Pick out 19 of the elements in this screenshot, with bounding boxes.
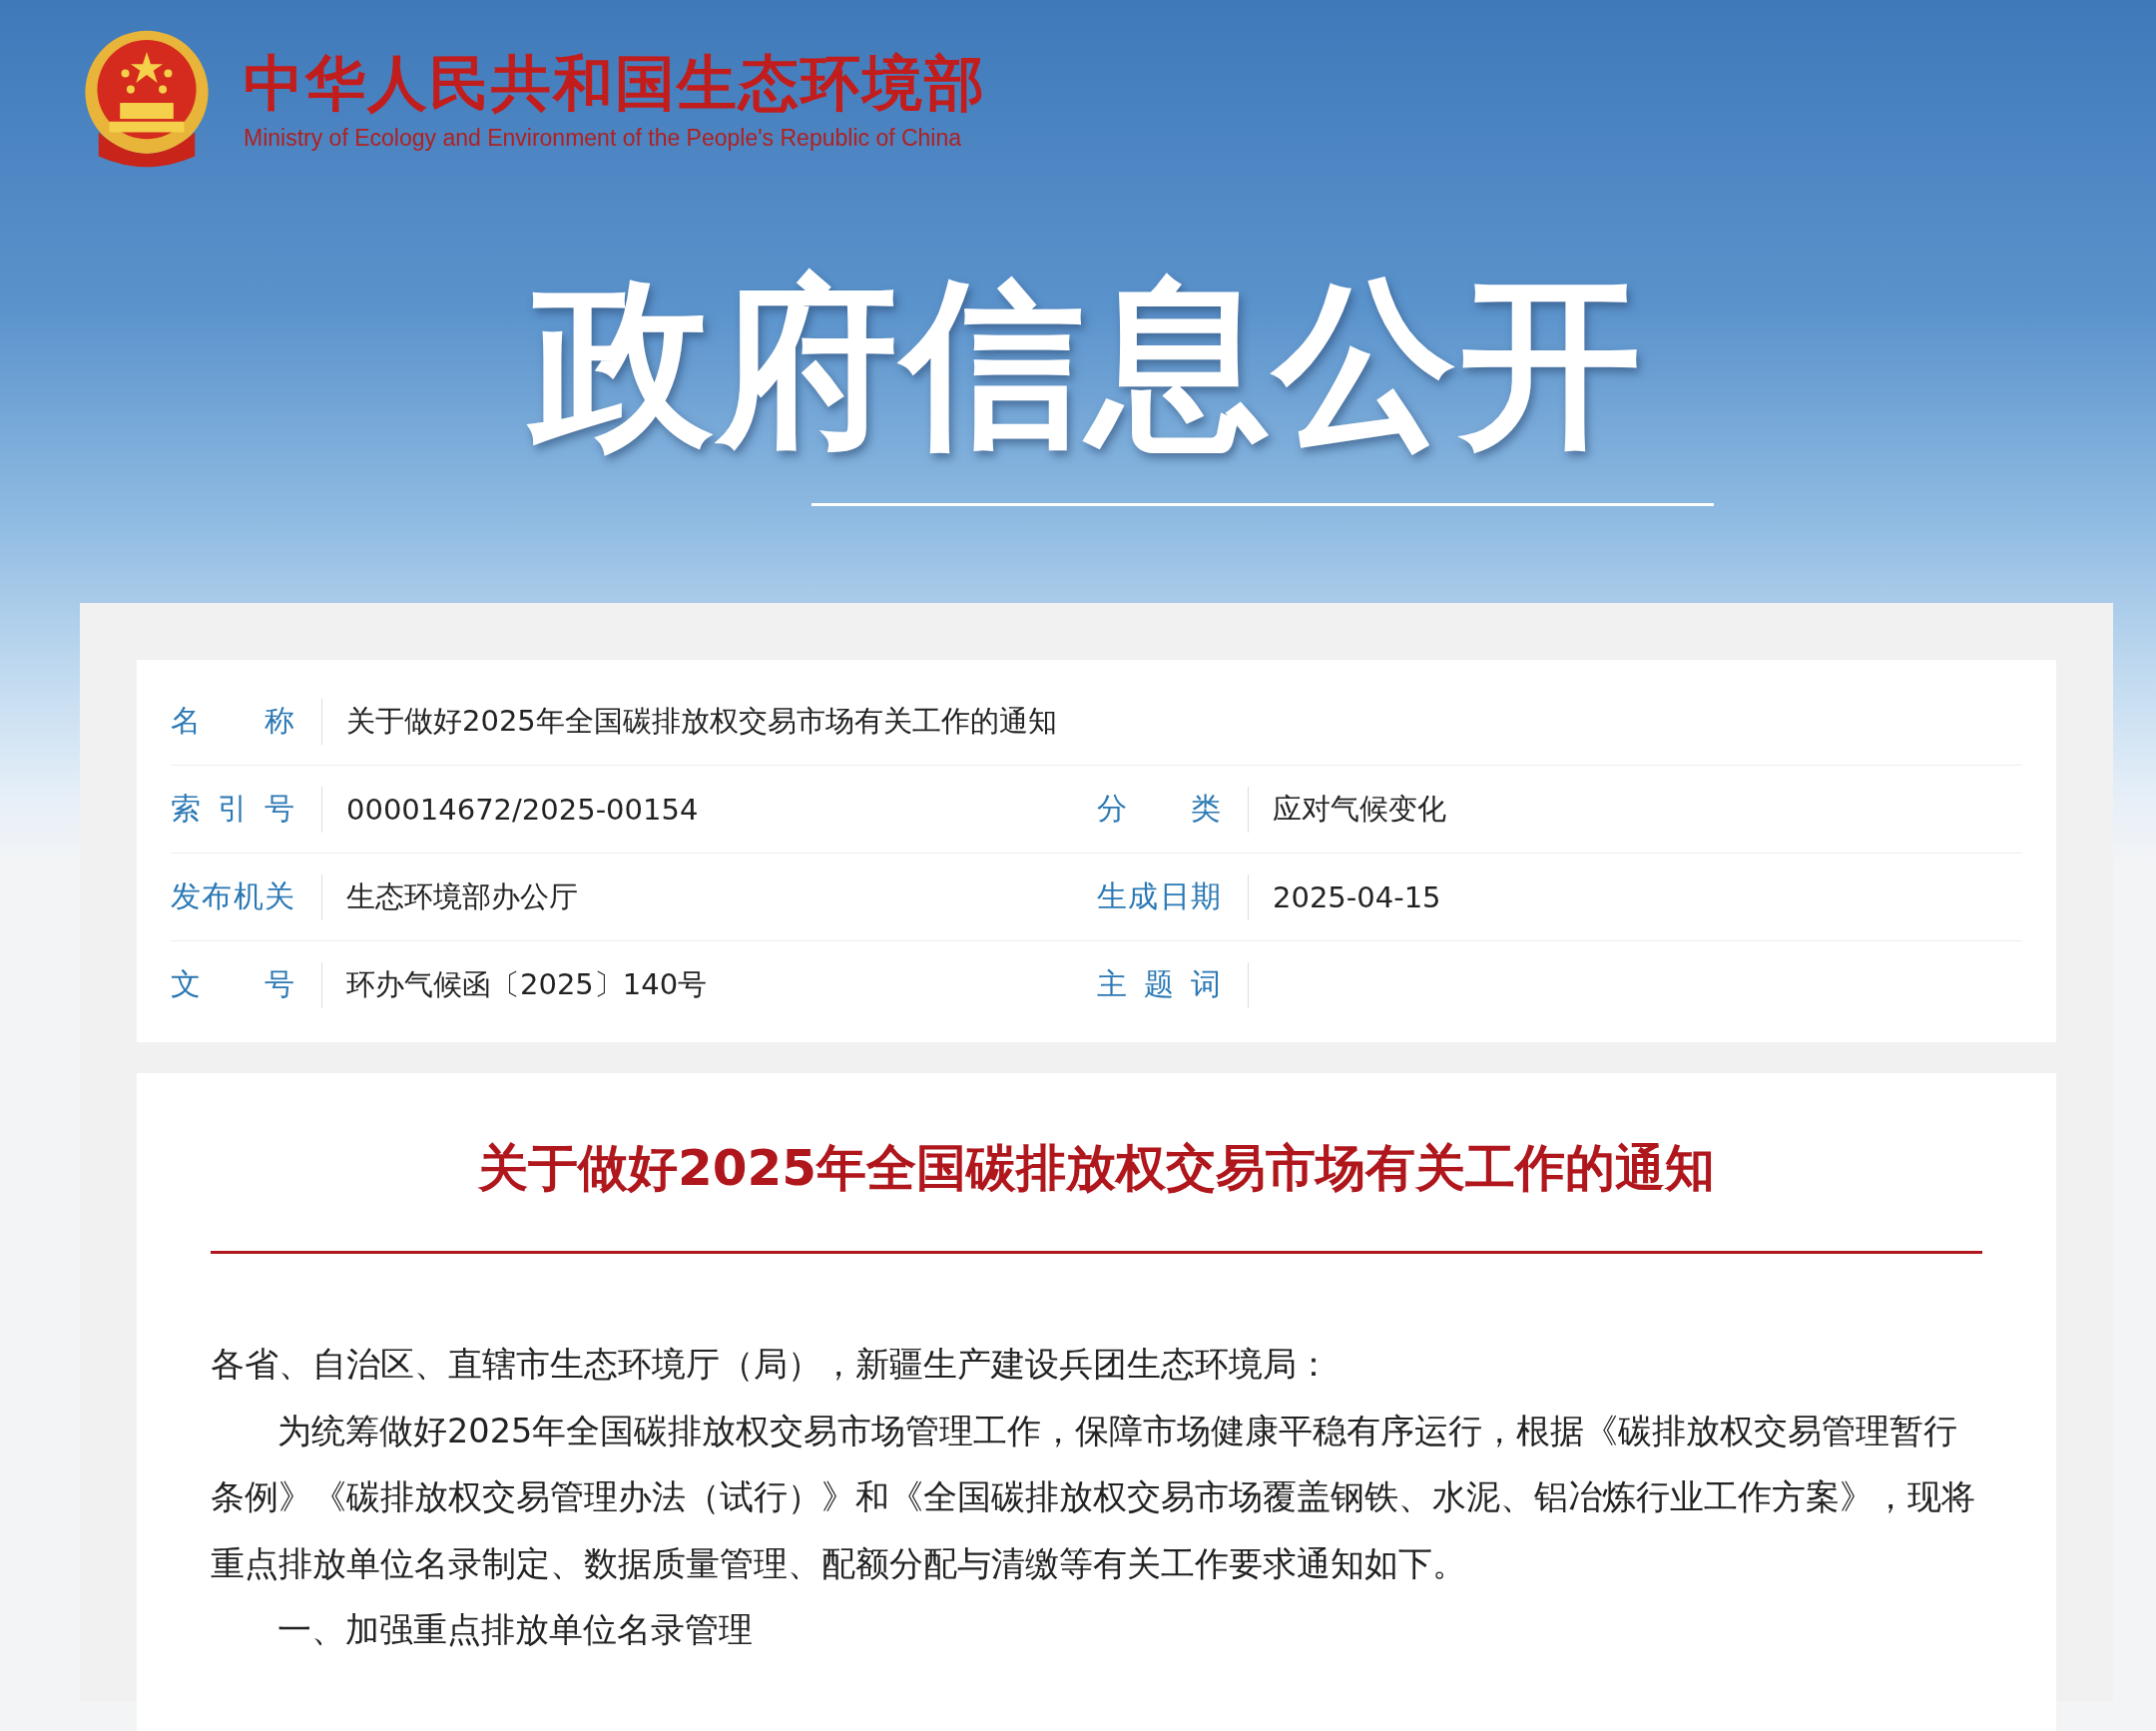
field-value: 2025-04-15: [1273, 879, 1441, 914]
field-value: 生态环境部办公厅: [346, 877, 578, 915]
field-label: 发布机关: [171, 877, 294, 915]
paragraph: 为统筹做好2025年全国碳排放权交易市场管理工作，保障市场健康平稳有序运行，根据《碳排放权交易管理暂行条例》《碳排放权交易管理办法（试行）》和《全国碳排放权交易市场覆盖钢铁、水泥、铝冶炼行业工作方案》，现将重点排放单位名录制定、数据质量管理、配额分配与清缴等有关工作要求通知如下。: [211, 1410, 1976, 1585]
article-title: 关于做好2025年全国碳排放权交易市场有关工作的通知: [476, 1138, 1717, 1199]
field-label: 分类: [1097, 790, 1221, 828]
field-value: 000014672/2025-00154: [346, 792, 699, 827]
field-value: 关于做好2025年全国碳排放权交易市场有关工作的通知: [346, 702, 1057, 740]
field-label: 文号: [171, 965, 294, 1003]
field-label: 生成日期: [1097, 877, 1221, 915]
field-label: 名称: [171, 702, 294, 740]
field-value: 环办气候函〔2025〕140号: [346, 965, 708, 1003]
paragraph: 各省、自治区、直辖市生态环境厅（局），新疆生产建设兵团生态环境局：: [211, 1344, 1332, 1386]
field-value: 应对气候变化: [1273, 790, 1446, 828]
field-label: 索引号: [171, 790, 294, 828]
site-title: 中华人民共和国生态环境部: [244, 46, 986, 119]
site-subtitle: Ministry of Ecology and Environment of the People's Republic of China: [244, 124, 963, 152]
field-label: 主题词: [1097, 965, 1221, 1003]
paragraph: 一、加强重点排放单位名录管理: [276, 1609, 754, 1651]
